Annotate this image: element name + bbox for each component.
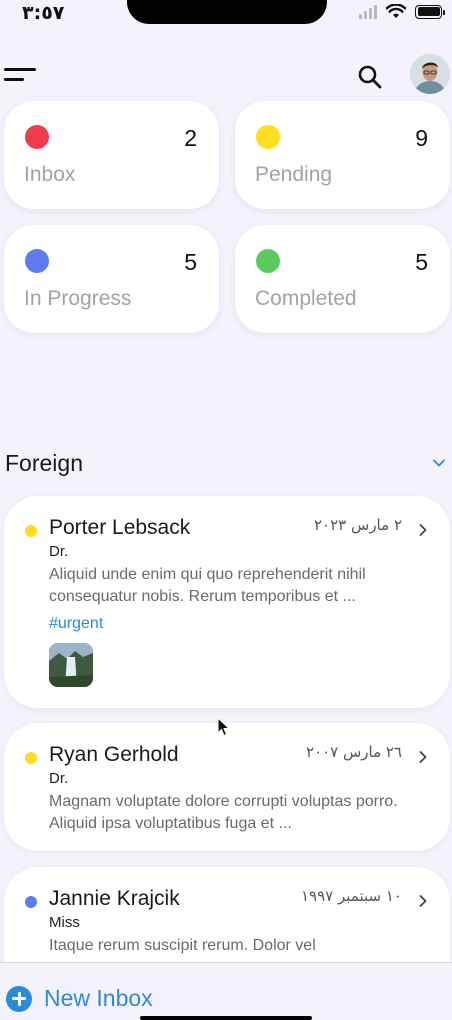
- section-header[interactable]: Foreign: [0, 446, 452, 480]
- card-label: Completed: [255, 287, 357, 310]
- device-notch: [127, 0, 327, 24]
- status-dot: [25, 249, 49, 273]
- mail-sender: Jannie Krajcik: [49, 887, 180, 910]
- status-dot: [25, 525, 37, 537]
- card-pending[interactable]: 9 Pending: [235, 101, 450, 209]
- new-inbox-button[interactable]: New Inbox: [6, 985, 153, 1012]
- card-count: 9: [415, 125, 428, 151]
- chevron-right-icon[interactable]: [418, 523, 428, 537]
- mail-tag[interactable]: #urgent: [49, 615, 103, 633]
- mouse-cursor-icon: [217, 717, 231, 737]
- menu-icon[interactable]: [4, 68, 36, 82]
- mail-preview: Magnam voluptate dolore corrupti volupta…: [49, 793, 398, 832]
- attachment-thumbnail[interactable]: [49, 643, 93, 687]
- mail-item[interactable]: Ryan Gerhold ٢٦ مارس ٢٠٠٧ Dr. Magnam vol…: [4, 723, 450, 851]
- chevron-down-icon[interactable]: [432, 456, 446, 470]
- card-count: 5: [184, 249, 197, 275]
- section-title: Foreign: [5, 450, 83, 476]
- signal-icon: [359, 4, 377, 19]
- mail-preview: Aliquid unde enim qui quo reprehenderit …: [49, 566, 366, 605]
- new-inbox-label: New Inbox: [44, 985, 153, 1011]
- card-count: 2: [184, 125, 197, 151]
- mail-title: Dr.: [49, 543, 69, 560]
- mail-title: Dr.: [49, 770, 69, 787]
- home-indicator: [140, 1016, 312, 1020]
- status-dot: [25, 896, 37, 908]
- status-icons: [359, 4, 445, 19]
- plus-circle-icon: [6, 985, 32, 1012]
- status-time: ٣:٥٧: [22, 2, 65, 24]
- search-icon[interactable]: [357, 64, 383, 90]
- battery-icon: [415, 4, 445, 19]
- mail-date: ٢٦ مارس ٢٠٠٧: [305, 743, 402, 761]
- wifi-icon: [386, 4, 406, 18]
- status-dot: [256, 249, 280, 273]
- mail-preview: Itaque rerum suscipit rerum. Dolor vel: [49, 937, 316, 954]
- status-bar: ٣:٥٧: [0, 0, 452, 30]
- card-label: In Progress: [24, 287, 132, 310]
- status-cards: 2 Inbox 9 Pending 5 In Progress 5 Comple…: [4, 101, 450, 333]
- status-dot: [25, 125, 49, 149]
- mail-date: ٢ مارس ٢٠٢٣: [314, 516, 402, 534]
- chevron-right-icon[interactable]: [418, 894, 428, 908]
- card-label: Pending: [255, 163, 333, 186]
- chevron-right-icon[interactable]: [418, 750, 428, 764]
- mail-sender: Porter Lebsack: [49, 516, 191, 539]
- card-label: Inbox: [24, 163, 76, 186]
- status-dot: [25, 752, 37, 764]
- mail-title: Miss: [49, 914, 80, 931]
- mail-sender: Ryan Gerhold: [49, 743, 179, 766]
- bottom-bar: New Inbox: [0, 962, 452, 1020]
- app-header: [0, 54, 452, 98]
- mail-date: ١٠ سبتمبر ١٩٩٧: [301, 887, 402, 905]
- card-completed[interactable]: 5 Completed: [235, 225, 450, 333]
- card-inbox[interactable]: 2 Inbox: [4, 101, 219, 209]
- card-in-progress[interactable]: 5 In Progress: [4, 225, 219, 333]
- card-count: 5: [415, 249, 428, 275]
- status-dot: [256, 125, 280, 149]
- avatar[interactable]: [410, 54, 450, 94]
- mail-item[interactable]: Porter Lebsack ٢ مارس ٢٠٢٣ Dr. Aliquid u…: [4, 496, 450, 708]
